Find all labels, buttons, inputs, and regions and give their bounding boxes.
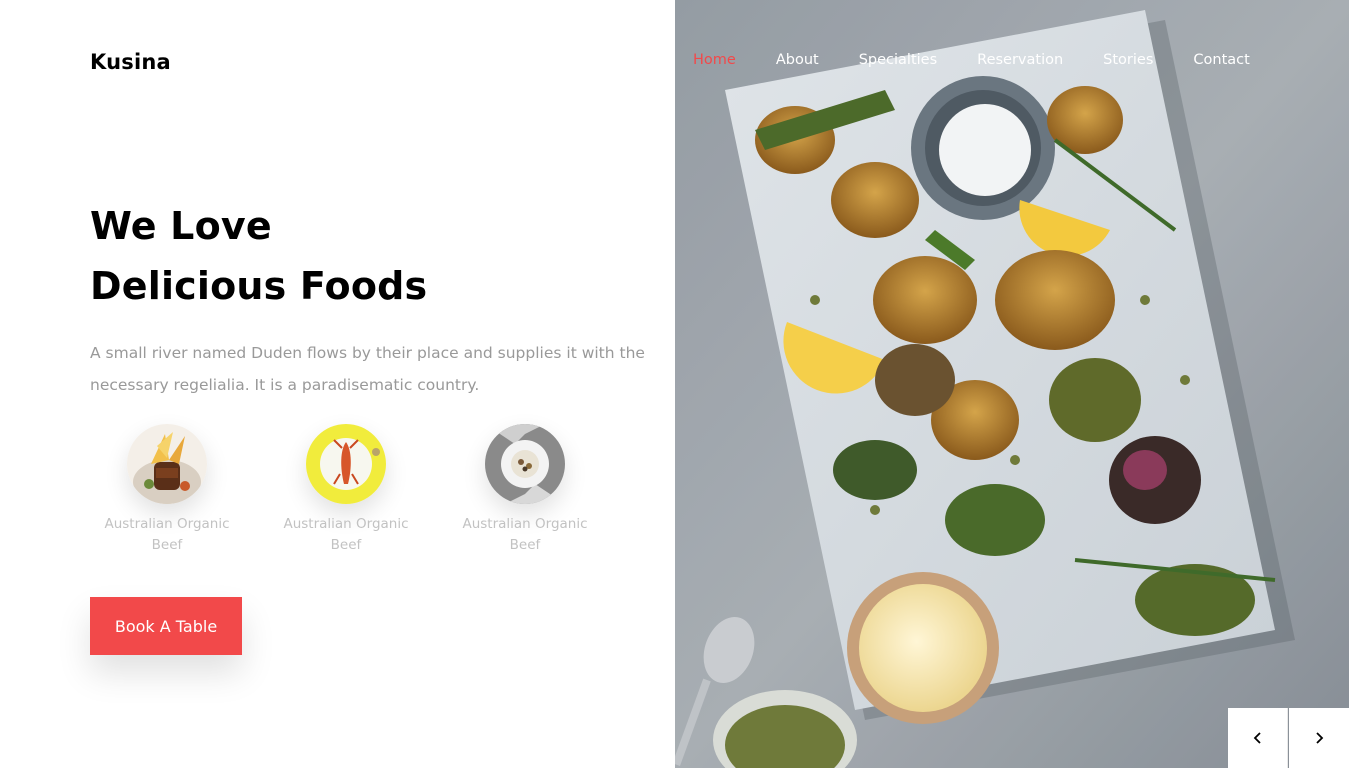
nav-item-contact[interactable]: Contact	[1193, 52, 1249, 68]
chevron-right-icon	[1316, 732, 1324, 744]
nav-item-stories[interactable]: Stories	[1103, 52, 1153, 68]
dish-item[interactable]: Australian Organic Beef	[448, 424, 602, 556]
slider-next-button[interactable]	[1289, 708, 1349, 768]
dish-photo-icon	[127, 424, 207, 504]
dish-label: Australian Organic Beef	[462, 516, 588, 553]
dish-item[interactable]: Australian Organic Beef	[90, 424, 244, 556]
dish-photo-icon	[485, 424, 565, 504]
brand-logo[interactable]: Kusina	[90, 50, 171, 74]
dish-label: Australian Organic Beef	[283, 516, 409, 553]
nav-item-reservation[interactable]: Reservation	[977, 52, 1063, 68]
hero-title-line2: Delicious Foods	[90, 264, 428, 308]
dish-list: Australian Organic Beef Australian Organ…	[90, 424, 627, 556]
book-table-button[interactable]: Book A Table	[90, 597, 242, 655]
nav-item-about[interactable]: About	[776, 52, 819, 68]
hero-left-panel: Kusina We Love Delicious Foods A small r…	[0, 0, 675, 768]
hero-description: A small river named Duden flows by their…	[90, 344, 645, 394]
dish-label: Australian Organic Beef	[104, 516, 230, 553]
hero-image-panel	[675, 0, 1349, 768]
food-hero-image	[675, 0, 1349, 768]
dish-item[interactable]: Australian Organic Beef	[269, 424, 423, 556]
slider-prev-button[interactable]	[1228, 708, 1288, 768]
hero-title-line1: We Love	[90, 204, 272, 248]
dish-photo-icon	[306, 424, 386, 504]
chevron-left-icon	[1253, 732, 1261, 744]
nav-item-specialties[interactable]: Specialties	[859, 52, 937, 68]
main-nav: Home About Specialties Reservation Stori…	[693, 52, 1290, 68]
nav-item-home[interactable]: Home	[693, 52, 736, 68]
hero-title: We Love Delicious Foods	[90, 196, 427, 316]
